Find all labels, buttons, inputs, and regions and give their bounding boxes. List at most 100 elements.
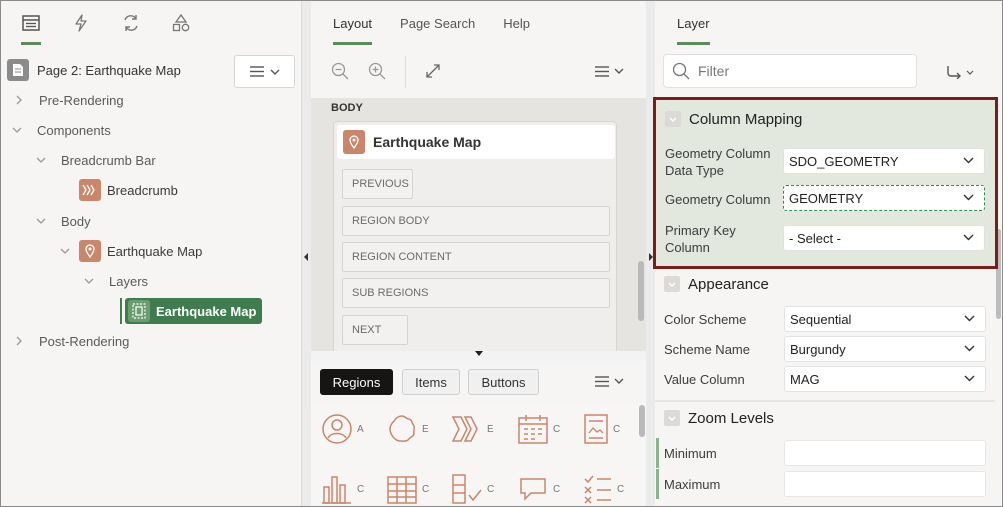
filter-field[interactable] xyxy=(663,54,917,88)
gallery-item[interactable]: C xyxy=(517,409,567,449)
gallery-item[interactable]: E xyxy=(451,409,501,449)
chevron-down-icon[interactable] xyxy=(83,275,95,287)
region-gallery: A E E C C C C C C C xyxy=(311,403,646,506)
gallery-item[interactable]: C xyxy=(321,469,371,506)
grid-icon xyxy=(387,476,417,504)
canvas-splitter[interactable] xyxy=(311,351,646,361)
tree-item-post-rendering[interactable]: Post-Rendering xyxy=(13,328,129,354)
collapse-down-icon[interactable] xyxy=(474,351,484,357)
prop-maximum: Maximum xyxy=(655,469,995,499)
page-node[interactable]: Page 2: Earthquake Map xyxy=(7,57,181,83)
tab-layout[interactable]: Layout xyxy=(333,1,373,45)
gallery-item[interactable]: C xyxy=(583,409,633,449)
gallery-item[interactable]: C xyxy=(517,469,567,506)
chevron-down-icon[interactable] xyxy=(664,276,680,292)
go-to-group-button[interactable] xyxy=(945,61,975,83)
chevron-down-icon[interactable] xyxy=(665,111,681,127)
selected-node[interactable]: Earthquake Map xyxy=(125,298,263,324)
value-column-select[interactable]: MAG xyxy=(784,366,986,392)
tab-page-search[interactable]: Page Search xyxy=(400,1,475,45)
tree-label: Layers xyxy=(109,273,149,289)
left-splitter[interactable] xyxy=(302,1,311,506)
tab-layer[interactable]: Layer xyxy=(677,1,710,45)
slot-region-content[interactable]: REGION CONTENT xyxy=(342,242,610,272)
section-column-mapping[interactable]: Column Mapping xyxy=(656,103,995,135)
layout-menu-button[interactable] xyxy=(591,59,627,83)
filter-input[interactable] xyxy=(698,63,898,79)
gallery-label: C xyxy=(357,483,365,495)
dynamic-actions-icon xyxy=(75,14,87,32)
tree-label: Pre-Rendering xyxy=(39,92,124,108)
chevron-down-icon[interactable] xyxy=(59,245,71,257)
chevron-down-icon[interactable] xyxy=(35,154,47,166)
calendar-icon xyxy=(518,415,548,444)
tree-item-body[interactable]: Body xyxy=(35,208,91,234)
zoom-in-icon[interactable] xyxy=(365,59,389,83)
region-header[interactable]: Earthquake Map xyxy=(337,125,615,159)
tab-rendering[interactable] xyxy=(19,1,43,45)
chevron-right-icon[interactable] xyxy=(13,335,25,347)
tree-item-layers[interactable]: Layers xyxy=(83,268,148,294)
chevron-down-icon[interactable] xyxy=(35,215,47,227)
color-scheme-select[interactable]: Sequential xyxy=(784,306,986,332)
tree-menu-button[interactable] xyxy=(234,55,295,88)
primary-key-select[interactable]: - Select - xyxy=(783,225,985,251)
tab-shared-components[interactable] xyxy=(169,1,193,45)
tab-dynamic-actions[interactable] xyxy=(69,1,93,45)
tree-item-components[interactable]: Components xyxy=(11,117,111,143)
slot-next[interactable]: NEXT xyxy=(342,315,408,345)
geometry-column-select[interactable]: GEOMETRY xyxy=(783,185,985,211)
chevron-down-icon xyxy=(963,157,974,164)
gallery-item[interactable]: C xyxy=(451,469,501,506)
tab-processing[interactable] xyxy=(119,1,143,45)
tree-item-layer-earthquake-map[interactable]: Earthquake Map xyxy=(120,298,263,324)
tree-item-breadcrumb-bar[interactable]: Breadcrumb Bar xyxy=(35,147,156,173)
tree-item-earthquake-map[interactable]: Earthquake Map xyxy=(59,238,202,264)
slot-region-body[interactable]: REGION BODY xyxy=(342,206,610,236)
zoom-out-icon[interactable] xyxy=(328,59,352,83)
prop-minimum: Minimum xyxy=(655,438,995,468)
tree-item-breadcrumb[interactable]: Breadcrumb xyxy=(79,177,178,203)
chevron-down-icon xyxy=(964,315,975,322)
scheme-name-select[interactable]: Burgundy xyxy=(784,336,986,362)
prop-color-scheme: Color Scheme Sequential xyxy=(655,305,995,333)
select-value: SDO_GEOMETRY xyxy=(789,153,899,169)
rendering-tree-panel: Page 2: Earthquake Map Pre-Rendering Com… xyxy=(1,1,302,506)
geometry-type-select[interactable]: SDO_GEOMETRY xyxy=(783,148,985,174)
tab-buttons[interactable]: Buttons xyxy=(468,369,539,395)
gallery-scrollbar[interactable] xyxy=(639,405,645,437)
layout-canvas: BODY Earthquake Map PREVIOUS REGION BODY… xyxy=(311,98,646,351)
tree-label: Earthquake Map xyxy=(156,303,257,319)
page-title: Page 2: Earthquake Map xyxy=(37,62,181,78)
maximum-input[interactable] xyxy=(784,471,986,497)
chevron-right-icon[interactable] xyxy=(13,94,25,106)
gallery-menu-button[interactable] xyxy=(591,369,627,393)
hamburger-icon xyxy=(594,375,609,387)
chevron-down-icon xyxy=(614,378,623,384)
select-value: Sequential xyxy=(790,311,852,327)
expand-icon[interactable] xyxy=(421,59,445,83)
canvas-scrollbar[interactable] xyxy=(638,261,644,321)
chevron-down-icon[interactable] xyxy=(664,410,680,426)
region-card[interactable]: Earthquake Map PREVIOUS REGION BODY REGI… xyxy=(333,121,617,351)
gallery-item[interactable]: E xyxy=(386,409,436,449)
gallery-item[interactable]: C xyxy=(583,469,633,506)
tree-item-pre-rendering[interactable]: Pre-Rendering xyxy=(13,87,124,113)
gallery-item[interactable]: C xyxy=(386,469,436,506)
section-zoom-levels[interactable]: Zoom Levels xyxy=(655,402,995,434)
tree-label: Earthquake Map xyxy=(107,243,203,259)
gallery-label: A xyxy=(357,423,364,435)
gallery-item[interactable]: A xyxy=(321,409,371,449)
slot-sub-regions[interactable]: SUB REGIONS xyxy=(342,278,610,308)
collapse-left-icon[interactable] xyxy=(304,253,308,261)
slot-previous[interactable]: PREVIOUS xyxy=(342,169,413,199)
chevron-down-icon[interactable] xyxy=(11,124,23,136)
avatar-icon xyxy=(322,414,352,444)
column-mapping-highlight: Column Mapping Geometry Column Data Type… xyxy=(653,97,998,269)
minimum-input[interactable] xyxy=(784,440,986,466)
tab-regions[interactable]: Regions xyxy=(320,369,393,395)
section-appearance[interactable]: Appearance xyxy=(655,268,995,300)
tab-help[interactable]: Help xyxy=(503,1,530,45)
tab-items[interactable]: Items xyxy=(402,369,460,395)
toolbar-divider xyxy=(405,56,406,88)
